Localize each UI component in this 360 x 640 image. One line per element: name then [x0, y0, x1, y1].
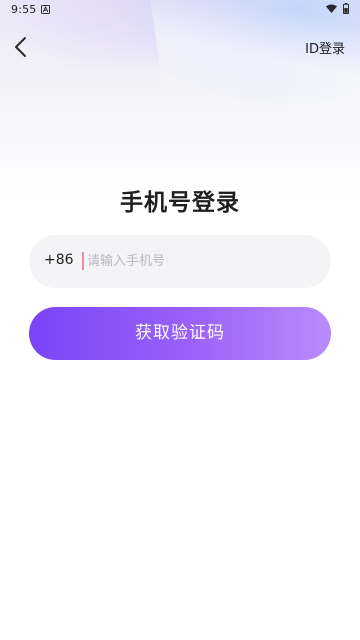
- get-code-button[interactable]: 获取验证码: [29, 307, 331, 360]
- wifi-icon: [326, 4, 337, 13]
- a-icon: [41, 5, 50, 14]
- back-button[interactable]: [10, 33, 34, 61]
- country-code[interactable]: +86: [44, 252, 74, 268]
- phone-field[interactable]: +86: [29, 235, 331, 288]
- header-light-streak: [147, 0, 360, 175]
- id-login-link[interactable]: ID登录: [305, 38, 345, 57]
- login-screen: 9:55 ID登录 手机号登录 +86 获取验证码: [0, 0, 360, 640]
- battery-icon: [343, 3, 349, 14]
- chevron-left-icon: [15, 37, 26, 57]
- status-bar: 9:55: [0, 0, 360, 20]
- page-title: 手机号登录: [120, 190, 240, 216]
- text-cursor: [82, 252, 84, 270]
- status-time: 9:55: [11, 3, 37, 16]
- phone-input[interactable]: [87, 249, 307, 273]
